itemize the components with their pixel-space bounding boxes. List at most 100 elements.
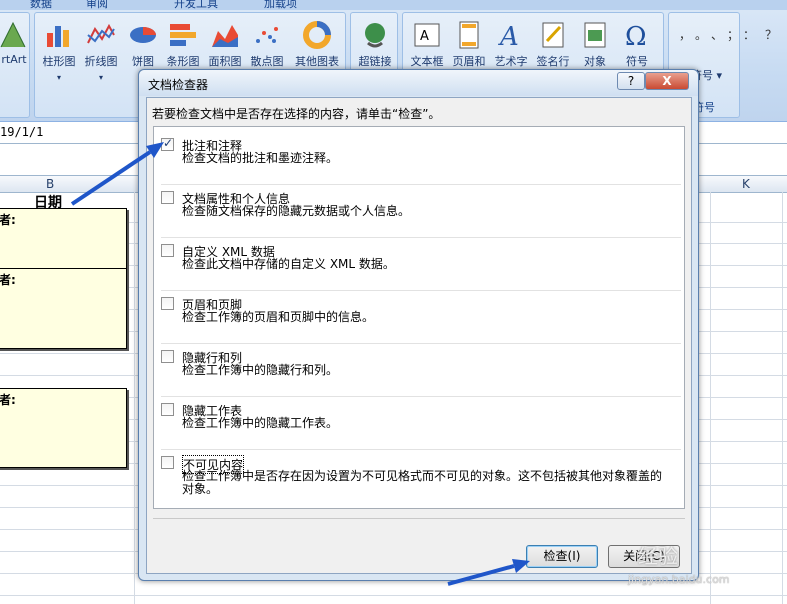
header-footer-button[interactable]: 页眉和 (449, 21, 489, 69)
tab-developer[interactable]: 开发工具 (174, 0, 218, 11)
omega-label: 符号 (626, 55, 648, 68)
object-button[interactable]: 对象 (575, 21, 615, 69)
tab-data[interactable]: 数据 (30, 0, 52, 11)
column-chart-icon (47, 26, 69, 47)
hyperlink-icon (365, 23, 385, 48)
inspection-item-properties[interactable]: 文档属性和个人信息 检查随文档保存的隐藏元数据或个人信息。 (161, 185, 681, 238)
checkbox-comments[interactable] (161, 136, 174, 151)
omega-icon: Ω (625, 22, 647, 49)
wordart-button[interactable]: rtArt (0, 21, 29, 66)
grid-line (134, 192, 135, 604)
symbol-omega-button[interactable]: Ω 符号 (617, 21, 657, 69)
line-chart-icon (87, 23, 115, 44)
checkbox-hidden-sheets[interactable] (161, 403, 174, 416)
comment-author: 者: (0, 273, 16, 287)
header-footer-label: 页眉和 (452, 55, 486, 68)
item-desc: 检查文档的批注和墨迹注释。 (182, 151, 339, 165)
help-button[interactable]: ? (617, 72, 645, 90)
comment-note[interactable]: 者: (0, 268, 127, 349)
line-chart-label: 折线图 (84, 55, 118, 68)
signature-label: 签名行 (536, 55, 570, 68)
pie-chart-icon (130, 27, 156, 43)
textbox-icon: A (414, 23, 440, 47)
inspection-item-hidden-rows[interactable]: 隐藏行和列 检查工作簿中的隐藏行和列。 (161, 344, 681, 397)
formula-value: 19/1/1 (0, 125, 44, 139)
inspection-item-xml[interactable]: 自定义 XML 数据 检查此文档中存储的自定义 XML 数据。 (161, 238, 681, 291)
column-header-k[interactable]: K (742, 177, 750, 191)
wordart-a-label: 艺术字 (494, 55, 528, 68)
dialog-body: 若要检查文档中是否存在选择的内容，请单击“检查”。 批注和注释 检查文档的批注和… (146, 97, 692, 574)
dialog-prompt: 若要检查文档中是否存在选择的内容，请单击“检查”。 (152, 107, 441, 121)
textbox-button[interactable]: A 文本框 (407, 21, 447, 69)
dropdown-arrow-icon: ▾ (98, 73, 103, 82)
area-chart-icon (212, 25, 238, 47)
wordart-label: rtArt (1, 53, 27, 66)
grid-line (710, 192, 711, 604)
column-chart-button[interactable]: 柱形图 ▾ (39, 21, 79, 82)
item-desc: 检查随文档保存的隐藏元数据或个人信息。 (182, 204, 411, 218)
tab-addins[interactable]: 加载项 (264, 0, 297, 11)
item-desc: 检查工作簿中的隐藏工作表。 (182, 416, 339, 430)
inspection-item-header-footer[interactable]: 页眉和页脚 检查工作簿的页眉和页脚中的信息。 (161, 291, 681, 344)
column-chart-label: 柱形图 (42, 55, 76, 68)
item-desc: 检查工作簿的页眉和页脚中的信息。 (182, 310, 375, 324)
comment-author: 者: (0, 393, 16, 407)
other-chart-icon (303, 21, 331, 49)
scatter-chart-button[interactable]: 散点图 (247, 21, 287, 69)
other-chart-button[interactable]: 其他图表 (291, 21, 343, 69)
close-icon[interactable]: X (645, 72, 689, 90)
dialog-titlebar[interactable]: 文档检查器 ? X (139, 70, 698, 96)
object-icon (584, 22, 606, 48)
svg-text:A: A (498, 22, 519, 49)
comment-note[interactable]: 者: (0, 388, 127, 468)
area-chart-button[interactable]: 面积图 (205, 21, 245, 69)
item-desc: 检查此文档中存储的自定义 XML 数据。 (182, 257, 395, 271)
textbox-label: 文本框 (410, 55, 444, 68)
grid-row-line (0, 595, 787, 596)
comment-note[interactable]: 者: (0, 208, 127, 270)
inspection-list: 批注和注释 检查文档的批注和墨迹注释。 文档属性和个人信息 检查随文档保存的隐藏… (153, 126, 685, 509)
bar-chart-button[interactable]: 条形图 (163, 21, 203, 69)
item-desc: 检查工作簿中是否存在因为设置为不可见格式而不可见的对象。这不包括被其他对象覆盖的… (182, 469, 663, 496)
checkbox-xml[interactable] (161, 244, 174, 257)
area-chart-label: 面积图 (208, 55, 242, 68)
signature-button[interactable]: 签名行 (533, 21, 573, 69)
pie-chart-button[interactable]: 饼图 (123, 21, 163, 69)
inspection-item-comments[interactable]: 批注和注释 检查文档的批注和墨迹注释。 (161, 132, 681, 185)
inspection-item-invisible[interactable]: 不可见内容 检查工作簿中是否存在因为设置为不可见格式而不可见的对象。这不包括被其… (161, 450, 681, 508)
grid-line (782, 192, 783, 604)
checkbox-hidden-rows[interactable] (161, 350, 174, 363)
svg-text:Ω: Ω (625, 22, 647, 49)
pie-chart-label: 饼图 (132, 55, 154, 68)
column-header-b[interactable]: B (46, 177, 54, 191)
item-desc: 检查工作簿中的隐藏行和列。 (182, 363, 339, 377)
scatter-chart-icon (256, 27, 278, 43)
ribbon-tabs: 数据 审阅 开发工具 加载项 (0, 0, 787, 10)
wordart-a-button[interactable]: A 艺术字 (491, 21, 531, 69)
header-footer-icon (459, 21, 479, 49)
scatter-chart-label: 散点图 (250, 55, 284, 68)
hyperlink-button[interactable]: 超链接 (355, 21, 395, 69)
symbol-palette[interactable]: ，。、；：？ (679, 25, 777, 45)
document-inspector-dialog: 文档检查器 ? X 若要检查文档中是否存在选择的内容，请单击“检查”。 批注和注… (138, 69, 699, 581)
group-text-left: rtArt (0, 12, 30, 118)
dialog-title: 文档检查器 (148, 78, 209, 92)
checkbox-properties[interactable] (161, 191, 174, 204)
bar-chart-label: 条形图 (166, 55, 200, 68)
object-label: 对象 (584, 55, 606, 68)
watermark-url: jingyan.baidu.com (628, 573, 730, 586)
wordart-a-icon: A (498, 22, 519, 49)
inspection-item-hidden-sheets[interactable]: 隐藏工作表 检查工作簿中的隐藏工作表。 (161, 397, 681, 450)
tab-review[interactable]: 审阅 (86, 0, 108, 11)
inspect-button[interactable]: 检查(I) (526, 545, 598, 568)
watermark-text: 经验 (638, 544, 678, 568)
wordart-icon (0, 21, 26, 48)
line-chart-button[interactable]: 折线图 ▾ (81, 21, 121, 82)
dropdown-arrow-icon: ▾ (56, 73, 61, 82)
other-chart-label: 其他图表 (295, 55, 339, 68)
svg-text:A: A (420, 29, 429, 44)
bar-chart-icon (170, 24, 196, 46)
comment-author: 者: (0, 213, 16, 227)
checkbox-invisible[interactable] (161, 456, 174, 469)
checkbox-header-footer[interactable] (161, 297, 174, 310)
